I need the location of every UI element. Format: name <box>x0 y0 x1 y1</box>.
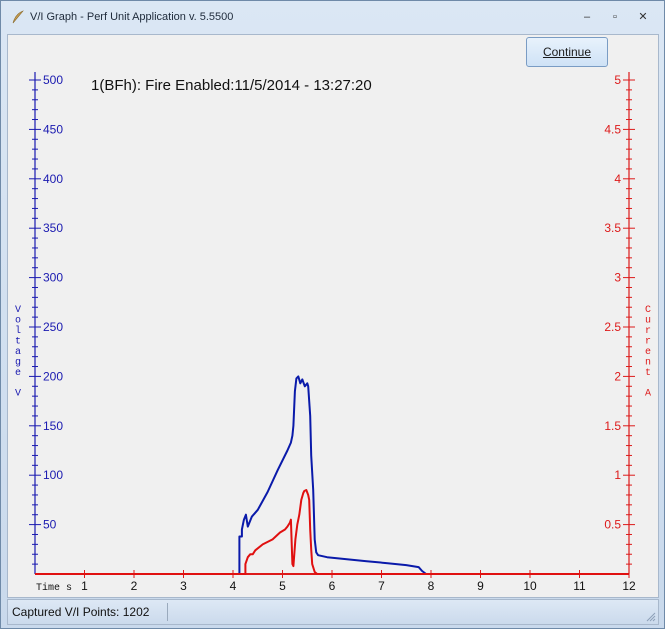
y-left-tick-label: 100 <box>43 468 63 482</box>
y-left-tick-label: 50 <box>43 518 57 532</box>
y-right-tick-label: 2 <box>614 369 621 383</box>
x-tick-label: 8 <box>428 579 435 593</box>
x-tick-label: 4 <box>230 579 237 593</box>
y-right-tick-label: 0.5 <box>604 518 621 532</box>
y-right-tick-label: 1 <box>614 468 621 482</box>
restore-button[interactable]: ▫ <box>606 10 624 24</box>
y-left-tick-label: 250 <box>43 320 63 334</box>
resize-grip-icon[interactable] <box>646 612 656 622</box>
window-title: V/I Graph - Perf Unit Application v. 5.5… <box>30 11 234 23</box>
y-right-tick-label: 4 <box>614 172 621 186</box>
chart-title: 1(BFh): Fire Enabled:11/5/2014 - 13:27:2… <box>91 77 372 94</box>
x-tick-label: 9 <box>477 579 484 593</box>
x-tick-label: 3 <box>180 579 187 593</box>
feather-icon <box>12 10 24 24</box>
y-right-tick-label: 3 <box>614 271 621 285</box>
status-bar: Captured V/I Points: 1202 <box>7 599 659 625</box>
y-left-axis-title: Voltage V <box>15 305 21 400</box>
y-left-tick-label: 150 <box>43 419 63 433</box>
x-tick-label: 1 <box>81 579 88 593</box>
y-left-tick-label: 350 <box>43 221 63 235</box>
x-tick-label: 12 <box>622 579 636 593</box>
vi-graph-window: V/I Graph - Perf Unit Application v. 5.5… <box>0 0 665 629</box>
y-left-tick-label: 500 <box>43 73 63 87</box>
y-right-tick-label: 3.5 <box>604 221 621 235</box>
x-tick-label: 7 <box>378 579 385 593</box>
y-right-tick-label: 1.5 <box>604 419 621 433</box>
y-left-tick-label: 300 <box>43 271 63 285</box>
y-right-axis-title: Current A <box>645 305 651 400</box>
status-separator <box>167 603 168 621</box>
graph-area: 50 100 150 200 250 300 350 400 450 500 0.5 1 1.5 2 2.5… <box>7 34 659 598</box>
voltage-series-line <box>35 375 629 575</box>
y-right-tick-label: 5 <box>614 73 621 87</box>
close-button[interactable]: ✕ <box>634 10 652 24</box>
y-left-tick-label: 400 <box>43 172 63 186</box>
minimize-button[interactable]: – <box>578 10 596 24</box>
x-tick-label: 6 <box>329 579 336 593</box>
y-left-tick-label: 200 <box>43 369 63 383</box>
title-bar[interactable]: V/I Graph - Perf Unit Application v. 5.5… <box>1 1 664 35</box>
y-left-tick-label: 450 <box>43 122 63 136</box>
y-right-tick-label: 2.5 <box>604 320 621 334</box>
current-series-line <box>35 489 629 575</box>
vi-chart: 50 100 150 200 250 300 350 400 450 500 0.5 1 1.5 2 2.5… <box>15 72 651 594</box>
captured-points-status: Captured V/I Points: 1202 <box>12 605 150 619</box>
x-axis-title: Time s <box>36 582 72 594</box>
x-tick-label: 5 <box>279 579 286 593</box>
y-right-tick-label: 4.5 <box>604 122 621 136</box>
x-tick-label: 10 <box>523 579 537 593</box>
x-tick-label: 11 <box>573 579 586 593</box>
continue-button[interactable]: Continue <box>526 37 608 67</box>
x-tick-label: 2 <box>131 579 138 593</box>
